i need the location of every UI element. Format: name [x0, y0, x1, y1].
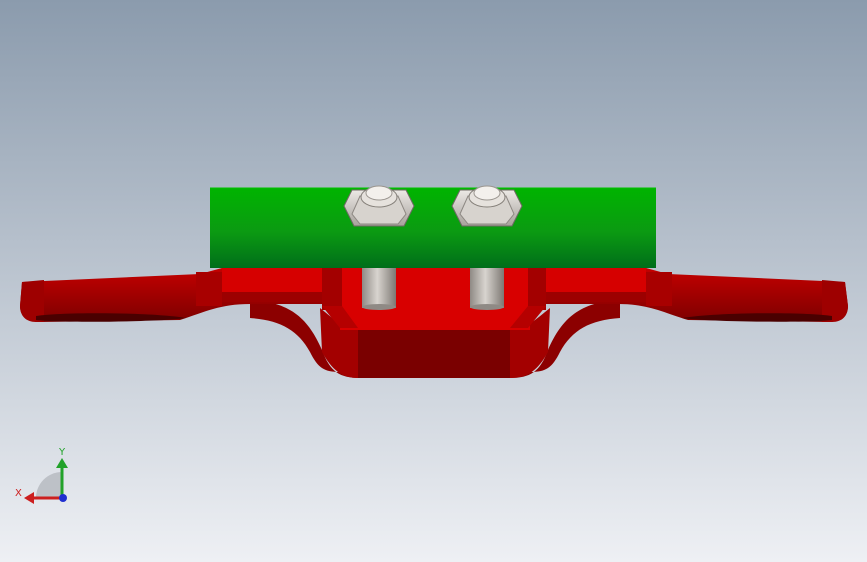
y-axis-label: Y — [58, 447, 66, 458]
saddle-front-face — [358, 328, 510, 378]
hex-nut-right[interactable] — [451, 185, 523, 227]
model-view[interactable]: Y X — [0, 0, 867, 562]
right-arm-step — [646, 272, 672, 306]
center-plate-left-wall — [322, 268, 342, 310]
bolt-shaft-left — [362, 266, 396, 308]
z-axis-point-icon — [59, 494, 67, 502]
bolt-shaft-right — [470, 266, 504, 308]
left-arm-step — [196, 272, 222, 306]
right-arm-top-face — [545, 268, 646, 296]
left-arm-top-face — [222, 268, 324, 296]
graphics-viewport[interactable]: Y X — [0, 0, 867, 562]
center-plate-right-wall — [528, 268, 546, 310]
x-axis-label: X — [15, 488, 22, 499]
green-block-body — [210, 188, 656, 268]
hex-nut-left[interactable] — [343, 185, 415, 227]
green-clamp-block[interactable] — [210, 187, 656, 268]
